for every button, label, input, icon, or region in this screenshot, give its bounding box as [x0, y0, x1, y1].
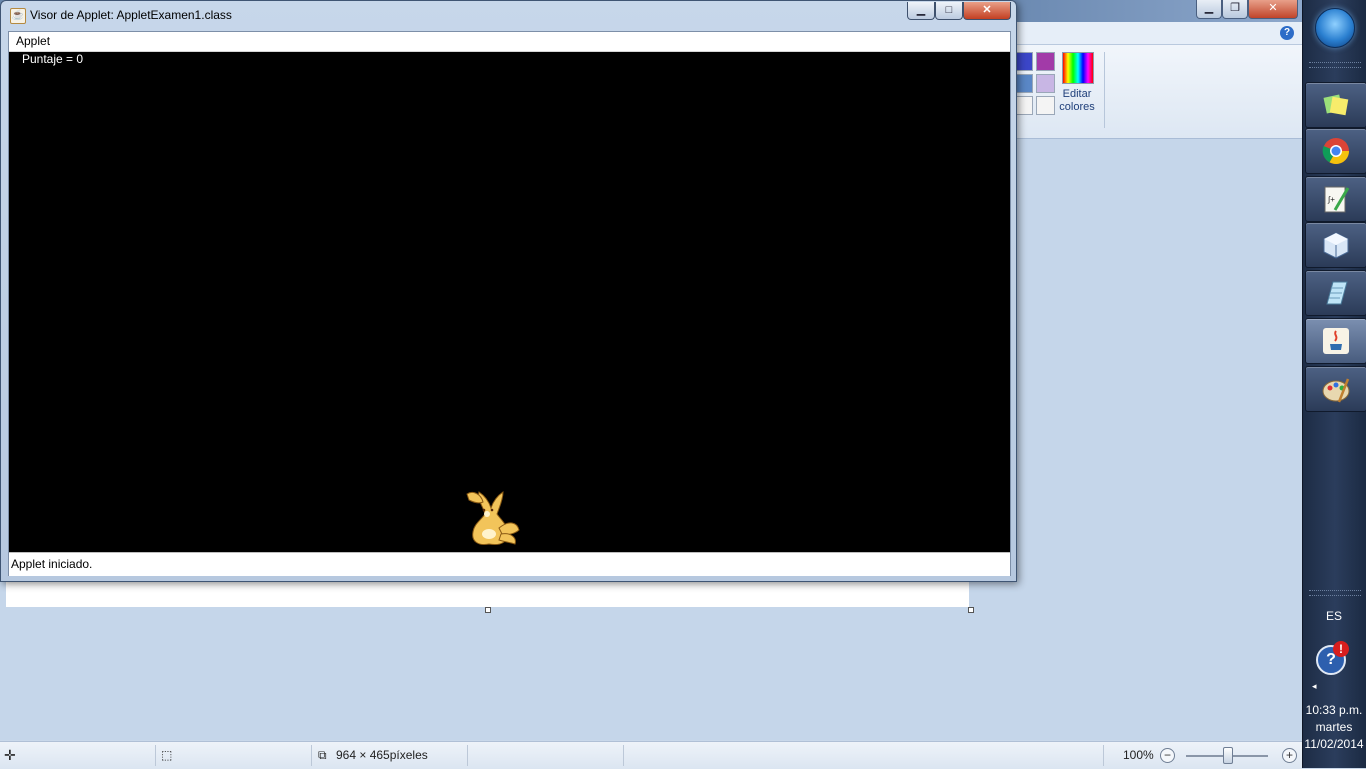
- alert-icon: !: [1333, 641, 1349, 657]
- tray-grip: [1309, 590, 1361, 596]
- clock-time[interactable]: 10:33 p.m.: [1303, 703, 1365, 717]
- minimize-button[interactable]: ▁: [907, 2, 935, 20]
- taskbar-grip[interactable]: [1309, 62, 1361, 68]
- zoom-out-button[interactable]: −: [1160, 748, 1175, 763]
- equation-editor-icon: ∫+: [1324, 186, 1350, 213]
- menu-applet[interactable]: Applet: [16, 34, 50, 48]
- show-hidden-icons-button[interactable]: ◂: [1312, 681, 1317, 692]
- notepad-icon: [1326, 281, 1348, 305]
- image-size-text: 964 × 465píxeles: [336, 748, 428, 762]
- chrome-icon: [1322, 138, 1350, 165]
- help-icon[interactable]: ?: [1280, 26, 1294, 40]
- status-text: Applet iniciado.: [11, 557, 93, 571]
- score-label: Puntaje = 0: [22, 52, 84, 66]
- applet-status-bar: Applet iniciado.: [9, 552, 1010, 576]
- color-swatch[interactable]: [1036, 74, 1055, 93]
- applet-client-area: Applet Puntaje = 0 Applet iniciado.: [8, 31, 1011, 576]
- window-title: Visor de Applet: AppletExamen1.class: [30, 8, 232, 22]
- fox-sprite-icon: [466, 491, 520, 545]
- language-indicator[interactable]: ES: [1303, 609, 1365, 623]
- clock-date[interactable]: 11/02/2014: [1303, 737, 1365, 751]
- taskbar-java[interactable]: [1305, 318, 1366, 364]
- resize-handle[interactable]: [968, 607, 974, 613]
- status-divider: [623, 745, 624, 766]
- virtualbox-icon: [1323, 232, 1349, 259]
- taskbar-sticky-notes[interactable]: [1305, 82, 1366, 128]
- taskbar-chrome[interactable]: [1305, 128, 1366, 174]
- color-swatch[interactable]: [1036, 52, 1055, 71]
- clock-day[interactable]: martes: [1303, 720, 1365, 734]
- taskbar-paint[interactable]: [1305, 366, 1366, 412]
- taskbar-virtualbox[interactable]: [1305, 222, 1366, 268]
- start-button[interactable]: [1315, 8, 1355, 48]
- taskbar-notepad[interactable]: [1305, 270, 1366, 316]
- paint-close-button[interactable]: ✕: [1248, 0, 1298, 19]
- paint-minimize-button[interactable]: ▁: [1196, 0, 1222, 19]
- ribbon-separator: [1104, 52, 1105, 128]
- color-swatch[interactable]: [1036, 96, 1055, 115]
- edit-colors-button-label[interactable]: Editar colores: [1054, 88, 1100, 114]
- menu-bar: Applet: [9, 32, 1010, 52]
- java-icon: [1323, 328, 1349, 354]
- status-divider: [467, 745, 468, 766]
- image-size-icon: ⧉: [318, 748, 327, 762]
- selection-size-icon: ⬚: [161, 748, 173, 762]
- resize-handle[interactable]: [485, 607, 491, 613]
- zoom-slider-thumb[interactable]: [1223, 747, 1233, 764]
- color-spectrum-icon[interactable]: [1062, 52, 1094, 84]
- sticky-notes-icon: [1323, 94, 1349, 116]
- close-button[interactable]: ✕: [963, 2, 1011, 20]
- applet-canvas[interactable]: Puntaje = 0: [9, 52, 1010, 552]
- taskbar-equation-editor[interactable]: ∫+: [1305, 176, 1366, 222]
- status-divider: [155, 745, 156, 766]
- status-divider: [311, 745, 312, 766]
- zoom-level: 100%: [1123, 748, 1154, 762]
- applet-viewer-window: ☕ Visor de Applet: AppletExamen1.class ▁…: [0, 0, 1017, 582]
- paint-restore-button[interactable]: ❐: [1222, 0, 1248, 19]
- zoom-in-button[interactable]: +: [1282, 748, 1297, 763]
- status-divider: [1103, 745, 1104, 766]
- paint-icon: [1322, 378, 1350, 403]
- maximize-button[interactable]: □: [935, 2, 963, 20]
- paint-statusbar: ✛ ⬚ ⧉ 964 × 465píxeles 100% − +: [0, 741, 1302, 769]
- java-icon: ☕: [10, 8, 26, 24]
- svg-text:∫+: ∫+: [1327, 195, 1335, 204]
- cursor-position-icon: ✛: [4, 747, 16, 763]
- taskbar: ∫+ ES ? ! ◂ 10:33 p.m. martes 11/02/2014: [1302, 0, 1366, 768]
